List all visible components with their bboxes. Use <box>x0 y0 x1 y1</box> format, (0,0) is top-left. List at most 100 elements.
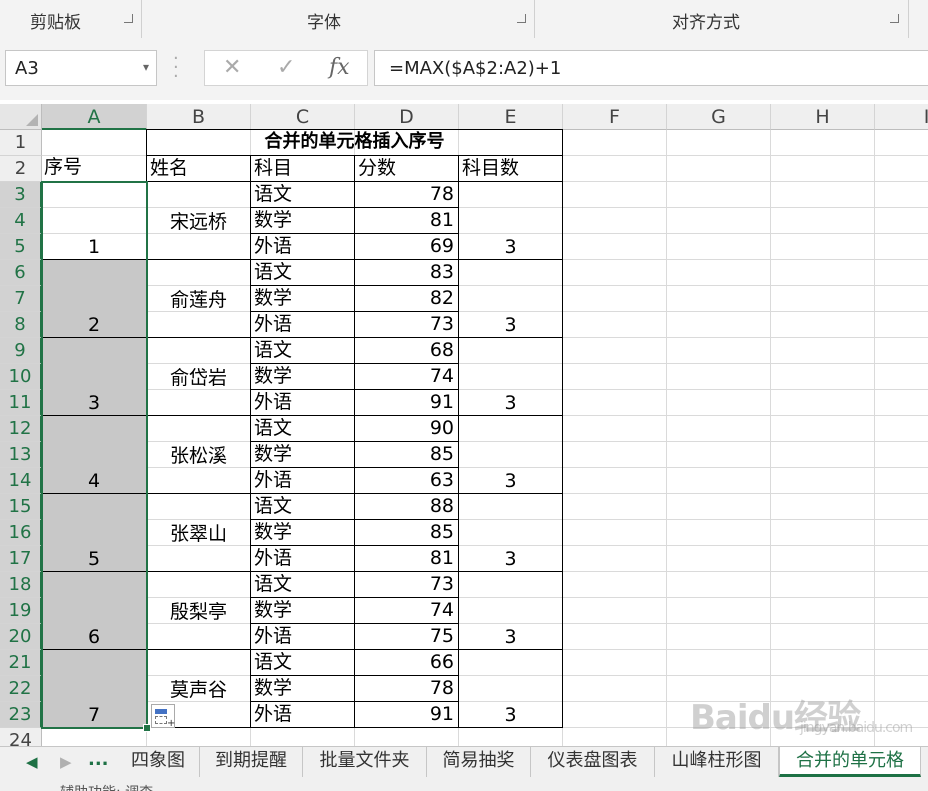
subject-cell[interactable]: 语文 <box>250 493 355 520</box>
subject-cell[interactable]: 语文 <box>250 337 355 364</box>
row-header-8[interactable]: 8 <box>0 312 42 338</box>
name-cell[interactable]: 俞岱岩 <box>146 337 251 416</box>
column-header-i[interactable]: I <box>875 104 928 130</box>
row-header-9[interactable]: 9 <box>0 338 42 364</box>
row-header-10[interactable]: 10 <box>0 364 42 390</box>
score-cell[interactable]: 69 <box>354 233 459 260</box>
subject-cell[interactable]: 数学 <box>250 285 355 312</box>
row-header-19[interactable]: 19 <box>0 598 42 624</box>
seq-cell[interactable]: 7 <box>41 649 147 728</box>
subject-cell[interactable]: 数学 <box>250 519 355 546</box>
font-launcher-icon[interactable] <box>517 14 526 23</box>
name-cell[interactable]: 张翠山 <box>146 493 251 572</box>
subject-cell[interactable]: 语文 <box>250 181 355 208</box>
subject-cell[interactable]: 外语 <box>250 701 355 728</box>
seq-cell[interactable]: 5 <box>41 493 147 572</box>
insert-function-icon[interactable]: fx <box>329 55 350 80</box>
name-cell[interactable]: 张松溪 <box>146 415 251 494</box>
score-cell[interactable]: 85 <box>354 519 459 546</box>
formula-input[interactable]: =MAX($A$2:A2)+1 <box>374 50 928 86</box>
score-cell[interactable]: 73 <box>354 311 459 338</box>
seq-cell[interactable]: 2 <box>41 259 147 338</box>
subject-cell[interactable]: 语文 <box>250 259 355 286</box>
sheet-tab[interactable]: 合并的单元格 <box>779 747 921 777</box>
score-cell[interactable]: 85 <box>354 441 459 468</box>
column-header-f[interactable]: F <box>563 104 667 130</box>
sheet-tab[interactable]: 四象图 <box>117 747 200 777</box>
name-box[interactable]: A3 ▾ <box>5 50 157 86</box>
sheet-tab[interactable]: 到期提醒 <box>200 747 303 777</box>
subject-cell[interactable]: 数学 <box>250 597 355 624</box>
fill-handle[interactable] <box>143 724 151 732</box>
scroll-right-icon[interactable]: ▶ <box>60 753 72 771</box>
seq-cell[interactable]: 3 <box>41 337 147 416</box>
column-header-c[interactable]: C <box>251 104 355 130</box>
count-cell[interactable]: 3 <box>458 181 563 260</box>
score-cell[interactable]: 73 <box>354 571 459 598</box>
score-cell[interactable]: 78 <box>354 675 459 702</box>
score-cell[interactable]: 74 <box>354 363 459 390</box>
subject-cell[interactable]: 语文 <box>250 571 355 598</box>
row-header-22[interactable]: 22 <box>0 676 42 702</box>
scroll-left-icon[interactable]: ◀ <box>26 753 38 771</box>
subject-cell[interactable]: 数学 <box>250 363 355 390</box>
seq-cell[interactable]: 4 <box>41 415 147 494</box>
sheet-tab[interactable]: 仪表盘图表 <box>531 747 655 777</box>
row-header-12[interactable]: 12 <box>0 416 42 442</box>
subject-cell[interactable]: 外语 <box>250 233 355 260</box>
enter-icon[interactable]: ✓ <box>277 55 295 80</box>
row-header-17[interactable]: 17 <box>0 546 42 572</box>
sheet-tab[interactable]: 简易抽奖 <box>427 747 531 777</box>
subject-cell[interactable]: 外语 <box>250 389 355 416</box>
seq-cell[interactable]: 1 <box>41 181 147 260</box>
sheet-tab[interactable]: 山峰柱形图 <box>655 747 779 777</box>
score-cell[interactable]: 63 <box>354 467 459 494</box>
name-cell[interactable]: 俞莲舟 <box>146 259 251 338</box>
column-header-d[interactable]: D <box>355 104 459 130</box>
sheet-tab[interactable]: 批量文件夹 <box>303 747 427 777</box>
more-tabs-button[interactable]: ... <box>88 749 109 770</box>
score-cell[interactable]: 68 <box>354 337 459 364</box>
count-cell[interactable]: 3 <box>458 571 563 650</box>
column-header-g[interactable]: G <box>667 104 771 130</box>
grip-icon[interactable]: · · · <box>173 50 179 86</box>
row-header-2[interactable]: 2 <box>0 156 42 182</box>
score-cell[interactable]: 78 <box>354 181 459 208</box>
name-cell[interactable]: 殷梨亭 <box>146 571 251 650</box>
clipboard-launcher-icon[interactable] <box>124 14 133 23</box>
paste-options-button[interactable]: + <box>151 704 175 729</box>
score-cell[interactable]: 82 <box>354 285 459 312</box>
select-all-corner[interactable] <box>0 104 42 130</box>
count-cell[interactable]: 3 <box>458 415 563 494</box>
score-cell[interactable]: 81 <box>354 545 459 572</box>
score-cell[interactable]: 91 <box>354 389 459 416</box>
row-header-4[interactable]: 4 <box>0 208 42 234</box>
row-header-21[interactable]: 21 <box>0 650 42 676</box>
score-cell[interactable]: 66 <box>354 649 459 676</box>
subject-cell[interactable]: 语文 <box>250 649 355 676</box>
count-cell[interactable]: 3 <box>458 337 563 416</box>
subject-cell[interactable]: 外语 <box>250 311 355 338</box>
subject-cell[interactable]: 语文 <box>250 415 355 442</box>
count-cell[interactable]: 3 <box>458 493 563 572</box>
subject-cell[interactable]: 外语 <box>250 545 355 572</box>
row-header-18[interactable]: 18 <box>0 572 42 598</box>
column-header-a[interactable]: A <box>42 104 147 130</box>
row-header-3[interactable]: 3 <box>0 182 42 208</box>
score-cell[interactable]: 90 <box>354 415 459 442</box>
row-header-23[interactable]: 23 <box>0 702 42 728</box>
score-cell[interactable]: 75 <box>354 623 459 650</box>
score-cell[interactable]: 83 <box>354 259 459 286</box>
cancel-icon[interactable]: ✕ <box>223 55 241 80</box>
row-header-14[interactable]: 14 <box>0 468 42 494</box>
row-header-5[interactable]: 5 <box>0 234 42 260</box>
score-cell[interactable]: 88 <box>354 493 459 520</box>
row-header-1[interactable]: 1 <box>0 130 42 156</box>
score-cell[interactable]: 81 <box>354 207 459 234</box>
row-header-13[interactable]: 13 <box>0 442 42 468</box>
row-header-7[interactable]: 7 <box>0 286 42 312</box>
chevron-down-icon[interactable]: ▾ <box>143 60 149 74</box>
column-header-b[interactable]: B <box>147 104 251 130</box>
spreadsheet-grid[interactable]: A B C D E F G H I 1 2 3 4 5 6 7 8 9 10 11 12 13 14 15 16 17 18 19 20… <box>0 104 928 746</box>
row-header-11[interactable]: 11 <box>0 390 42 416</box>
